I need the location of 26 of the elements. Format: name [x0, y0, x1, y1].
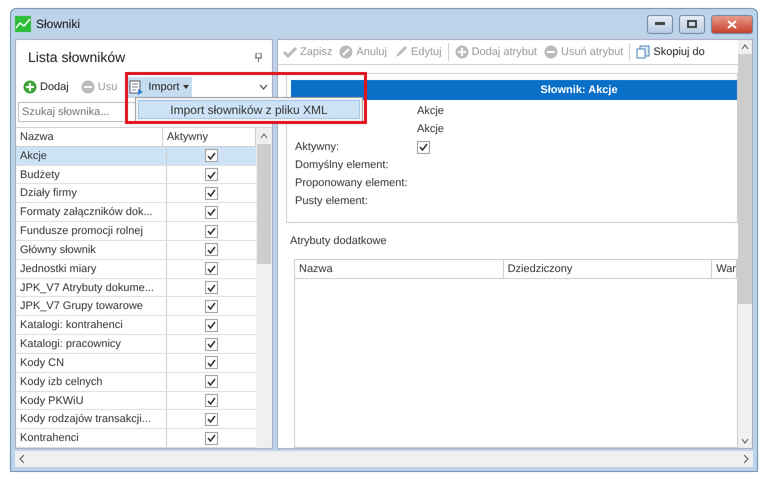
table-cell: JPK_V7 Grupy towarowe: [16, 297, 167, 316]
field-value: Akcje: [417, 123, 444, 135]
header-bar: Słownik: Akcje: [291, 80, 737, 100]
table-cell: Kody PKWiU: [16, 392, 167, 410]
table-cell: Główny słownik: [16, 240, 167, 259]
panel-title: Lista słowników: [28, 49, 126, 65]
table-cell: Kontrahenci: [16, 429, 167, 448]
table-cell: Katalogi: kontrahenci: [16, 316, 167, 334]
table-cell: Działy firmy: [16, 184, 167, 202]
table-cell: Kody CN: [16, 354, 167, 372]
field-label: Proponowany element:: [295, 177, 408, 189]
field-value: Akcje: [417, 105, 444, 117]
table-cell: Jednostki miary: [16, 260, 167, 278]
field-label: Domyślny element:: [295, 159, 389, 171]
table-cell: Budżety: [16, 166, 167, 184]
field-label: Aktywny:: [295, 141, 340, 153]
group-title: Atrybuty dodatkowe: [289, 235, 388, 247]
table-cell: Formaty załączników dok...: [16, 203, 167, 222]
table-cell: Kody rodzajów transakcji...: [16, 410, 167, 428]
table-cell: JPK_V7 Atrybuty dokume...: [16, 278, 167, 296]
table-cell: Fundusze promocji rolnej: [16, 222, 167, 240]
table-cell: Katalogi: pracownicy: [16, 335, 167, 353]
table-cell: Akcje: [16, 146, 167, 165]
table-cell: Kody izb celnych: [16, 372, 167, 391]
field-label: Pusty element:: [295, 195, 368, 207]
window-title: Słowniki: [36, 17, 82, 31]
